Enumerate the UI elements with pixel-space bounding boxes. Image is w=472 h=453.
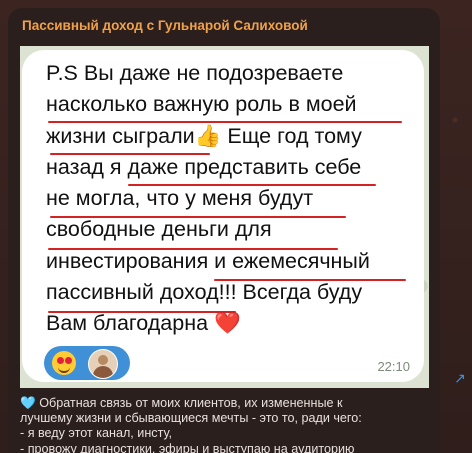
caption-line-2: лучшему жизни и сбывающиеся мечты - это … xyxy=(20,411,362,426)
caption-line-4: - провожу диагностики, эфиры и выступаю … xyxy=(20,441,355,453)
text-line-2: насколько важную роль в моей xyxy=(46,92,357,117)
screenshot-text: P.S Вы даже не подозреваете насколько ва… xyxy=(46,58,418,340)
underline-5 xyxy=(48,248,338,250)
scroll-down-arrow-icon[interactable]: ↗ xyxy=(448,366,472,390)
message-photo[interactable]: P.S Вы даже не подозреваете насколько ва… xyxy=(20,46,429,388)
heart-eyes-emoji-icon xyxy=(52,351,76,375)
underline-1 xyxy=(48,121,402,123)
underline-6 xyxy=(214,279,406,281)
heart-icon: ❤️ xyxy=(214,311,241,336)
reactions-pill[interactable] xyxy=(44,346,130,380)
text-line-8: пассивный доход!!! Всегда буду xyxy=(46,280,363,305)
text-line-5: не могла, что у меня будут xyxy=(46,186,314,211)
text-line-1: P.S Вы даже не подозреваете xyxy=(46,61,344,85)
caption-line-1: 🩵 Обратная связь от моих клиентов, их из… xyxy=(20,396,430,411)
text-line-9a: Вам благодарна xyxy=(46,311,209,336)
text-line-3a: жизни сыграли xyxy=(46,123,195,148)
text-line-3: жизни сыграли👍 Еще год тому xyxy=(46,121,418,152)
caption-line-1-text: Обратная связь от моих клиентов, их изме… xyxy=(39,396,343,410)
channel-name[interactable]: Пассивный доход с Гульнарой Салиховой xyxy=(22,18,308,33)
underline-3 xyxy=(128,184,376,186)
caption-line-3: - я веду этот канал, инсту, xyxy=(20,426,173,441)
light-blue-heart-icon: 🩵 xyxy=(20,396,36,410)
thumbs-up-icon: 👍 xyxy=(194,123,222,148)
text-line-7: инвестирования и ежемесячный xyxy=(46,248,370,273)
channel-message[interactable]: Пассивный доход с Гульнарой Салиховой P.… xyxy=(8,8,440,453)
text-line-6: свободные деньги для xyxy=(46,217,272,242)
text-line-9: Вам благодарна ❤️ xyxy=(46,308,418,339)
message-caption: 🩵 Обратная связь от моих клиентов, их из… xyxy=(20,396,430,453)
text-line-4: назад я даже представить себе xyxy=(46,154,362,179)
avatar xyxy=(88,349,118,379)
underline-7 xyxy=(48,311,236,313)
text-line-3b: Еще год тому xyxy=(227,123,362,148)
underline-2 xyxy=(50,153,210,155)
screenshot-bubble: P.S Вы даже не подозреваете насколько ва… xyxy=(22,50,424,382)
underline-4 xyxy=(50,216,346,218)
screenshot-time: 22:10 xyxy=(377,359,410,374)
